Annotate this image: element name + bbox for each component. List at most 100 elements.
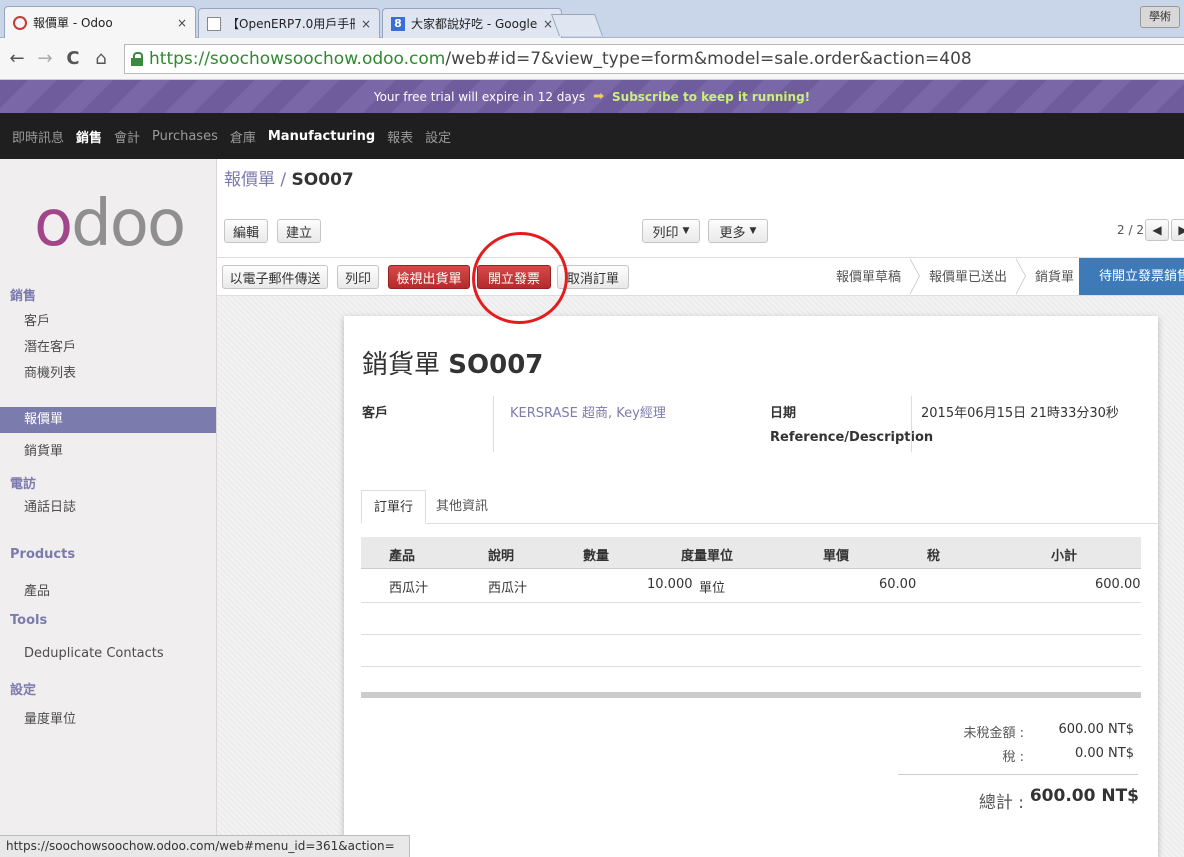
sidebar-item-deduplicate[interactable]: Deduplicate Contacts — [0, 641, 216, 667]
column-header-unit-price[interactable]: 單價 — [823, 545, 849, 564]
profile-badge[interactable]: 學術 — [1140, 6, 1180, 28]
cell-subtotal: 600.00 — [1095, 577, 1141, 592]
browser-tab-title: 【OpenERP7.0用戶手冊】 — [227, 17, 355, 31]
menu-item-settings[interactable]: 設定 — [425, 127, 451, 146]
close-icon[interactable]: × — [361, 17, 371, 31]
breadcrumb-parent[interactable]: 報價單 — [224, 170, 275, 190]
cell-product: 西瓜汁 — [389, 581, 429, 596]
browser-tab-manual[interactable]: 【OpenERP7.0用戶手冊】 × — [198, 8, 380, 38]
reference-label: Reference/Description — [770, 430, 934, 445]
home-icon[interactable]: ⌂ — [90, 48, 112, 69]
lock-icon — [131, 52, 143, 66]
tax-amount-value: 0.00 NT$ — [1074, 746, 1134, 761]
sidebar-section-tools: Tools — [10, 613, 48, 628]
browser-toolbar: ← → C ⌂ https://soochowsoochow.odoo.com /… — [0, 38, 1184, 80]
menu-item-sales[interactable]: 銷售 — [76, 127, 102, 146]
column-header-subtotal[interactable]: 小計 — [1051, 545, 1077, 564]
sidebar-item-customers[interactable]: 客戶 — [0, 309, 216, 335]
browser-tab-google[interactable]: 8 大家都說好吃 - Google 搜 × — [382, 8, 562, 38]
back-arrow-icon[interactable]: ← — [6, 48, 28, 69]
sidebar-item-call-logs[interactable]: 通話日誌 — [0, 495, 216, 521]
column-header-tax[interactable]: 稅 — [927, 545, 940, 564]
sidebar-item-opportunities[interactable]: 商機列表 — [0, 361, 216, 387]
stage-quotation-sent: 報價單已送出 — [929, 270, 1008, 285]
cell-description: 西瓜汁 — [488, 581, 528, 596]
next-record-button[interactable]: ▶ — [1171, 219, 1184, 241]
edit-button[interactable]: 編輯 — [224, 219, 268, 243]
sidebar-section-phone: 電訪 — [10, 477, 37, 492]
form-title-prefix: 銷貨單 — [362, 350, 441, 380]
column-header-product[interactable]: 產品 — [389, 545, 415, 564]
cell-uom: 單位 — [699, 581, 726, 596]
main-content: 報價單 / SO007 編輯 建立 列印 ▼ 更多 ▼ 2 / 2 ◀ ▶ 以電子郵… — [217, 159, 1184, 857]
column-header-quantity[interactable]: 數量 — [583, 545, 609, 564]
form-sheet: 銷貨單 SO007 客戶 KERSRASE 超商, Key經理 日期 Refer… — [344, 316, 1158, 857]
pager-value: 2 / 2 — [1117, 223, 1144, 237]
previous-record-button[interactable]: ◀ — [1145, 219, 1169, 241]
menu-item-messaging[interactable]: 即時訊息 — [12, 127, 64, 146]
send-email-button[interactable]: 以電子郵件傳送 — [222, 265, 328, 289]
column-header-uom[interactable]: 度量單位 — [681, 545, 733, 564]
menu-item-manufacturing[interactable]: Manufacturing — [268, 129, 375, 144]
url-host: https://soochowsoochow.odoo.com — [149, 49, 446, 69]
address-bar[interactable]: https://soochowsoochow.odoo.com/web#id=7… — [124, 44, 1184, 74]
sidebar-item-leads[interactable]: 潛在客戶 — [0, 335, 216, 361]
tax-amount-label: 稅 : — [1002, 750, 1024, 765]
menu-item-purchases[interactable]: Purchases — [152, 129, 218, 144]
chevron-right-icon — [909, 258, 922, 295]
forward-arrow-icon[interactable]: → — [34, 48, 56, 69]
customer-value[interactable]: KERSRASE 超商, Key經理 — [510, 402, 666, 421]
reload-icon[interactable]: C — [62, 48, 84, 69]
chevron-right-icon — [1015, 258, 1028, 295]
form-title-number: SO007 — [448, 350, 544, 380]
sidebar: odoo 銷售 客戶 潛在客戶 商機列表 報價單 銷貨單 電訪 通話日誌 Pro… — [0, 159, 217, 857]
print-menu-button[interactable]: 列印 ▼ — [642, 219, 700, 243]
main-menu: 即時訊息 銷售 會計 Purchases 倉庫 Manufacturing 報表… — [0, 113, 1184, 159]
table-footer — [361, 692, 1141, 698]
sidebar-section-settings: 設定 — [10, 683, 37, 698]
sidebar-item-sales-orders[interactable]: 銷貨單 — [0, 439, 216, 465]
new-tab-button[interactable] — [550, 14, 604, 36]
empty-row[interactable] — [361, 635, 1141, 667]
subscribe-link[interactable]: Subscribe to keep it running! — [612, 90, 810, 104]
more-menu-button[interactable]: 更多 ▼ — [708, 219, 768, 243]
sidebar-item-uom[interactable]: 量度單位 — [0, 707, 216, 733]
breadcrumb: 報價單 / SO007 — [224, 165, 354, 190]
close-icon[interactable]: × — [543, 17, 553, 31]
untaxed-amount-label: 未稅金額 : — [963, 726, 1024, 741]
arrow-right-icon: ▶ — [1178, 223, 1184, 237]
odoo-logo[interactable]: odoo — [34, 187, 186, 261]
totals-divider — [898, 774, 1138, 775]
sidebar-item-products[interactable]: 產品 — [0, 579, 216, 605]
date-value: 2015年06月15日 21時33分30秒 — [921, 406, 1119, 421]
menu-item-warehouse[interactable]: 倉庫 — [230, 127, 256, 146]
table-header: 產品 說明 數量 度量單位 單價 稅 小計 — [361, 537, 1141, 569]
tab-order-lines[interactable]: 訂單行 — [361, 490, 427, 524]
print-menu-label: 列印 — [652, 225, 679, 241]
form-tabs: 訂單行 其他資訊 — [361, 490, 1158, 524]
stage-draft-quotation: 報價單草稿 — [836, 270, 902, 285]
browser-tab-odoo[interactable]: 報價單 - Odoo × — [4, 6, 196, 38]
view-delivery-button[interactable]: 檢視出貨單 — [388, 265, 470, 289]
more-menu-label: 更多 — [719, 225, 746, 241]
empty-row[interactable] — [361, 603, 1141, 635]
create-button[interactable]: 建立 — [277, 219, 321, 243]
tab-other-info[interactable]: 其他資訊 — [424, 490, 500, 524]
arrow-right-icon: ➡ — [593, 89, 605, 104]
form-title: 銷貨單 SO007 — [362, 344, 543, 381]
sidebar-section-products: Products — [10, 547, 76, 562]
browser-tab-title: 報價單 - Odoo — [33, 16, 113, 30]
menu-item-reports[interactable]: 報表 — [387, 127, 413, 146]
print-button[interactable]: 列印 — [337, 265, 379, 289]
menu-item-accounting[interactable]: 會計 — [114, 127, 140, 146]
url-path: /web#id=7&view_type=form&model=sale.orde… — [445, 49, 972, 69]
table-row[interactable]: 西瓜汁 西瓜汁 10.000 單位 60.00 600.00 — [361, 569, 1141, 603]
close-icon[interactable]: × — [177, 16, 187, 30]
date-label: 日期 — [770, 406, 797, 421]
sidebar-item-quotations[interactable]: 報價單 — [0, 407, 216, 433]
column-header-description[interactable]: 說明 — [488, 545, 514, 564]
browser-tab-title: 大家都說好吃 - Google 搜 — [411, 17, 537, 31]
action-status-bar: 以電子郵件傳送 列印 檢視出貨單 開立發票 取消訂單 報價單草稿 報價單已送出 … — [217, 257, 1184, 296]
google-favicon-icon: 8 — [391, 16, 405, 31]
document-favicon-icon — [207, 16, 221, 31]
